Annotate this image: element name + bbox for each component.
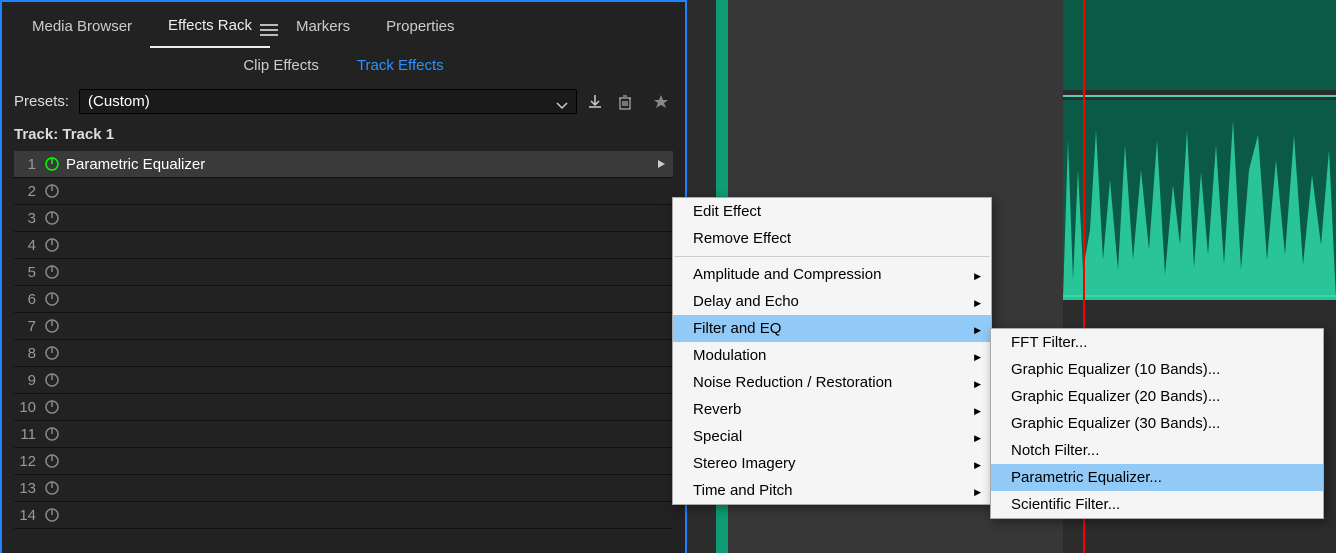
effect-slot-14[interactable]: 14 <box>14 502 673 529</box>
submenu-geq20[interactable]: Graphic Equalizer (20 Bands)... <box>991 383 1323 410</box>
effect-slot-6[interactable]: 6 <box>14 286 673 313</box>
submenu-geq10[interactable]: Graphic Equalizer (10 Bands)... <box>991 356 1323 383</box>
effect-slot-3[interactable]: 3 <box>14 205 673 232</box>
slot-number: 7 <box>14 318 42 335</box>
power-toggle-icon[interactable] <box>42 181 62 201</box>
menu-noise[interactable]: Noise Reduction / Restoration <box>673 369 991 396</box>
power-toggle-icon[interactable] <box>42 424 62 444</box>
delete-preset-icon[interactable] <box>613 90 637 114</box>
slot-number: 1 <box>14 156 42 173</box>
context-menu: Edit Effect Remove Effect Amplitude and … <box>672 197 992 505</box>
submenu-parametric-eq[interactable]: Parametric Equalizer... <box>991 464 1323 491</box>
slot-number: 2 <box>14 183 42 200</box>
submenu-fft[interactable]: FFT Filter... <box>991 329 1323 356</box>
slot-number: 12 <box>14 453 42 470</box>
tab-media-browser[interactable]: Media Browser <box>14 13 150 47</box>
subtab-track-effects[interactable]: Track Effects <box>338 50 463 81</box>
effect-slot-12[interactable]: 12 <box>14 448 673 475</box>
track-label: Track: Track 1 <box>2 122 685 151</box>
effect-slot-2[interactable]: 2 <box>14 178 673 205</box>
tab-effects-rack[interactable]: Effects Rack <box>150 12 270 48</box>
power-toggle-icon[interactable] <box>42 235 62 255</box>
power-toggle-icon[interactable] <box>42 262 62 282</box>
slot-number: 8 <box>14 345 42 362</box>
menu-reverb[interactable]: Reverb <box>673 396 991 423</box>
effect-slots: 1 Parametric Equalizer 2 3 4 5 6 7 8 9 10 11 12 13 14 <box>2 151 685 529</box>
power-toggle-icon[interactable] <box>42 397 62 417</box>
effect-slot-13[interactable]: 13 <box>14 475 673 502</box>
power-toggle-icon[interactable] <box>42 451 62 471</box>
menu-special[interactable]: Special <box>673 423 991 450</box>
menu-amplitude[interactable]: Amplitude and Compression <box>673 261 991 288</box>
chevron-down-icon <box>556 97 568 114</box>
effect-slot-7[interactable]: 7 <box>14 313 673 340</box>
menu-stereo[interactable]: Stereo Imagery <box>673 450 991 477</box>
menu-time[interactable]: Time and Pitch <box>673 477 991 504</box>
slot-number: 13 <box>14 480 42 497</box>
effect-slot-1[interactable]: 1 Parametric Equalizer <box>14 151 673 178</box>
submenu-notch[interactable]: Notch Filter... <box>991 437 1323 464</box>
submenu-scientific[interactable]: Scientific Filter... <box>991 491 1323 518</box>
waveform-divider <box>1063 95 1336 97</box>
panel-menu-icon[interactable] <box>260 21 278 39</box>
effect-slot-11[interactable]: 11 <box>14 421 673 448</box>
power-toggle-icon[interactable] <box>42 505 62 525</box>
effect-slot-8[interactable]: 8 <box>14 340 673 367</box>
effect-name: Parametric Equalizer <box>62 156 649 173</box>
favorite-icon[interactable] <box>649 90 673 114</box>
power-toggle-icon[interactable] <box>42 370 62 390</box>
power-toggle-icon[interactable] <box>42 478 62 498</box>
menu-edit-effect[interactable]: Edit Effect <box>673 198 991 225</box>
power-toggle-icon[interactable] <box>42 316 62 336</box>
power-toggle-icon[interactable] <box>42 154 62 174</box>
waveform-svg <box>1063 100 1336 300</box>
slot-number: 3 <box>14 210 42 227</box>
power-toggle-icon[interactable] <box>42 343 62 363</box>
submenu-geq30[interactable]: Graphic Equalizer (30 Bands)... <box>991 410 1323 437</box>
menu-filter-eq[interactable]: Filter and EQ <box>673 315 991 342</box>
save-preset-icon[interactable] <box>583 90 607 114</box>
slot-number: 6 <box>14 291 42 308</box>
slot-number: 5 <box>14 264 42 281</box>
preset-value: (Custom) <box>88 93 150 110</box>
slot-number: 9 <box>14 372 42 389</box>
presets-row: Presets: (Custom) <box>2 81 685 122</box>
waveform-top <box>1063 0 1336 90</box>
power-toggle-icon[interactable] <box>42 208 62 228</box>
effects-rack-panel: Media Browser Effects Rack Markers Prope… <box>0 0 687 553</box>
effect-slot-5[interactable]: 5 <box>14 259 673 286</box>
effect-slot-4[interactable]: 4 <box>14 232 673 259</box>
menu-modulation[interactable]: Modulation <box>673 342 991 369</box>
tab-properties[interactable]: Properties <box>368 13 472 47</box>
open-effect-icon[interactable] <box>649 159 673 169</box>
menu-remove-effect[interactable]: Remove Effect <box>673 225 991 252</box>
subtab-clip-effects[interactable]: Clip Effects <box>224 50 338 81</box>
preset-dropdown[interactable]: (Custom) <box>79 89 577 114</box>
slot-number: 11 <box>14 426 42 443</box>
power-toggle-icon[interactable] <box>42 289 62 309</box>
tab-markers[interactable]: Markers <box>278 13 368 47</box>
slot-number: 10 <box>14 399 42 416</box>
slot-number: 4 <box>14 237 42 254</box>
effect-slot-10[interactable]: 10 <box>14 394 673 421</box>
slot-number: 14 <box>14 507 42 524</box>
presets-label: Presets: <box>14 93 69 110</box>
effect-slot-9[interactable]: 9 <box>14 367 673 394</box>
submenu-filter-eq: FFT Filter... Graphic Equalizer (10 Band… <box>990 328 1324 519</box>
menu-delay[interactable]: Delay and Echo <box>673 288 991 315</box>
menu-separator <box>675 256 989 257</box>
